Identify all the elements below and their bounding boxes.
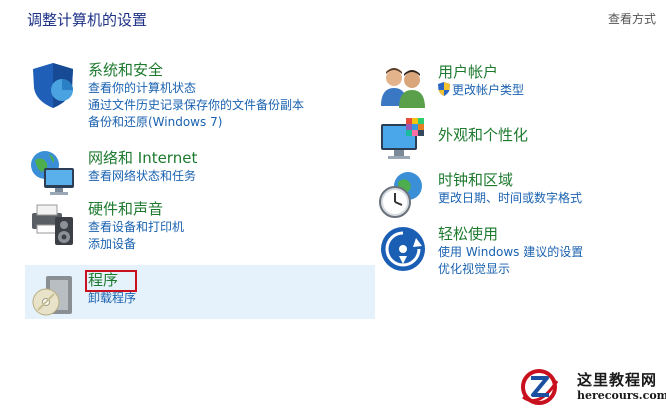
link-backup-restore[interactable]: 备份和还原(Windows 7) [88,114,304,131]
printer-speaker-icon [28,199,78,249]
clock-globe-icon [378,170,428,220]
category-title[interactable]: 时钟和区域 [438,170,582,190]
link-use-windows-recommended[interactable]: 使用 Windows 建议的设置 [438,244,583,261]
category-title[interactable]: 轻松使用 [438,224,583,244]
link-change-account-type[interactable]: 更改帐户类型 [438,82,524,101]
category-title[interactable]: 硬件和声音 [88,199,184,219]
network-globe-icon [28,148,78,198]
link-label: 更改帐户类型 [452,83,525,97]
link-file-history-backup[interactable]: 通过文件历史记录保存你的文件备份副本 [88,97,304,114]
page-title: 调整计算机的设置 [27,11,148,29]
category-title[interactable]: 用户帐户 [438,62,524,82]
security-shield-icon [28,60,78,110]
watermark-name: 这里教程网 [577,371,658,389]
link-devices-printers[interactable]: 查看设备和打印机 [88,219,184,236]
category-title[interactable]: 系统和安全 [88,60,304,80]
link-uninstall-program[interactable]: 卸载程序 [88,290,136,307]
programs-disc-icon [28,270,78,320]
watermark: 这里教程网 herecours.com [519,367,666,407]
users-icon [378,62,428,112]
link-optimize-visual-display[interactable]: 优化视觉显示 [438,261,583,278]
watermark-url: herecours.com [577,389,666,402]
link-change-date-time-format[interactable]: 更改日期、时间或数字格式 [438,190,582,207]
uac-shield-icon [438,82,450,101]
monitor-palette-icon [378,116,428,166]
watermark-logo-icon [519,367,559,407]
link-view-computer-status[interactable]: 查看你的计算机状态 [88,80,304,97]
view-by-dropdown[interactable]: 查看方式 [608,10,656,27]
category-title[interactable]: 外观和个性化 [438,125,528,145]
ease-of-access-icon [378,224,428,274]
link-add-device[interactable]: 添加设备 [88,236,184,253]
category-title[interactable]: 网络和 Internet [88,148,197,168]
programs-highlight-box [85,270,137,292]
link-network-status[interactable]: 查看网络状态和任务 [88,168,197,185]
